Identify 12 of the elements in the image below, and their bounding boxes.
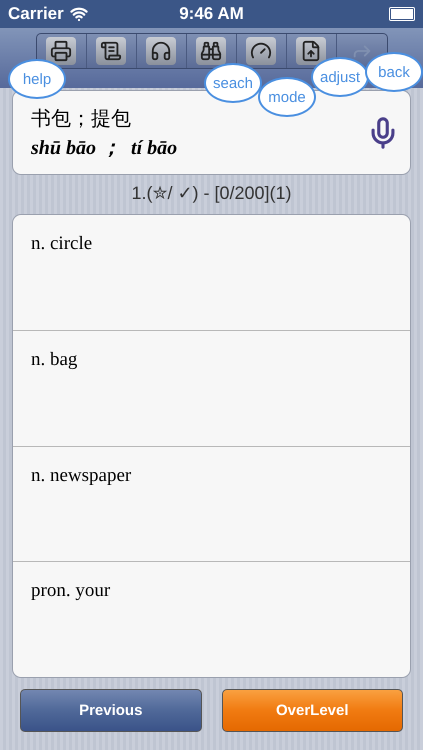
chinese-word: 书包；提包 <box>31 106 132 132</box>
pinyin: shū bāo ； tí bāo <box>31 136 178 160</box>
wifi-icon <box>70 5 88 23</box>
answer-option[interactable]: n. circle <box>13 215 410 331</box>
previous-button[interactable]: Previous <box>20 689 202 732</box>
clock: 9:46 AM <box>179 4 244 24</box>
answer-option[interactable]: pron. your <box>13 562 410 677</box>
answer-option[interactable]: n. newspaper <box>13 446 410 562</box>
answer-option[interactable]: n. bag <box>13 330 410 446</box>
carrier-label: Carrier <box>8 4 64 24</box>
battery-icon <box>389 7 415 21</box>
progress-counter: 1.(✮/ ✓) - [0/200](1) <box>130 182 293 204</box>
